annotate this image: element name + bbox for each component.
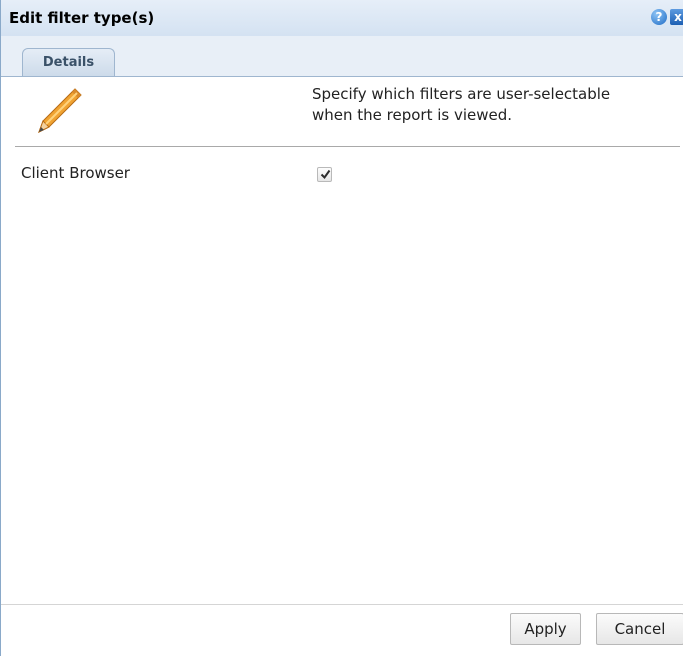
- apply-button[interactable]: Apply: [510, 613, 581, 645]
- cancel-button[interactable]: Cancel: [596, 613, 683, 645]
- footer-divider: [1, 604, 683, 605]
- edit-filter-dialog: Edit filter type(s) ? x Details Specify …: [0, 0, 683, 656]
- dialog-description: Specify which filters are user-selectabl…: [312, 85, 611, 124]
- close-icon[interactable]: x: [670, 9, 683, 25]
- question-mark-icon[interactable]: ?: [651, 9, 667, 25]
- filter-checkbox-client-browser[interactable]: [317, 167, 332, 182]
- pencil-icon: [38, 88, 82, 134]
- tab-strip: Details: [1, 36, 683, 77]
- filter-label-client-browser: Client Browser: [21, 164, 130, 182]
- checkmark-icon: [320, 169, 331, 180]
- divider: [15, 146, 680, 147]
- dialog-titlebar[interactable]: Edit filter type(s) ? x: [1, 0, 683, 37]
- tab-details[interactable]: Details: [22, 48, 115, 76]
- dialog-title: Edit filter type(s): [9, 9, 155, 27]
